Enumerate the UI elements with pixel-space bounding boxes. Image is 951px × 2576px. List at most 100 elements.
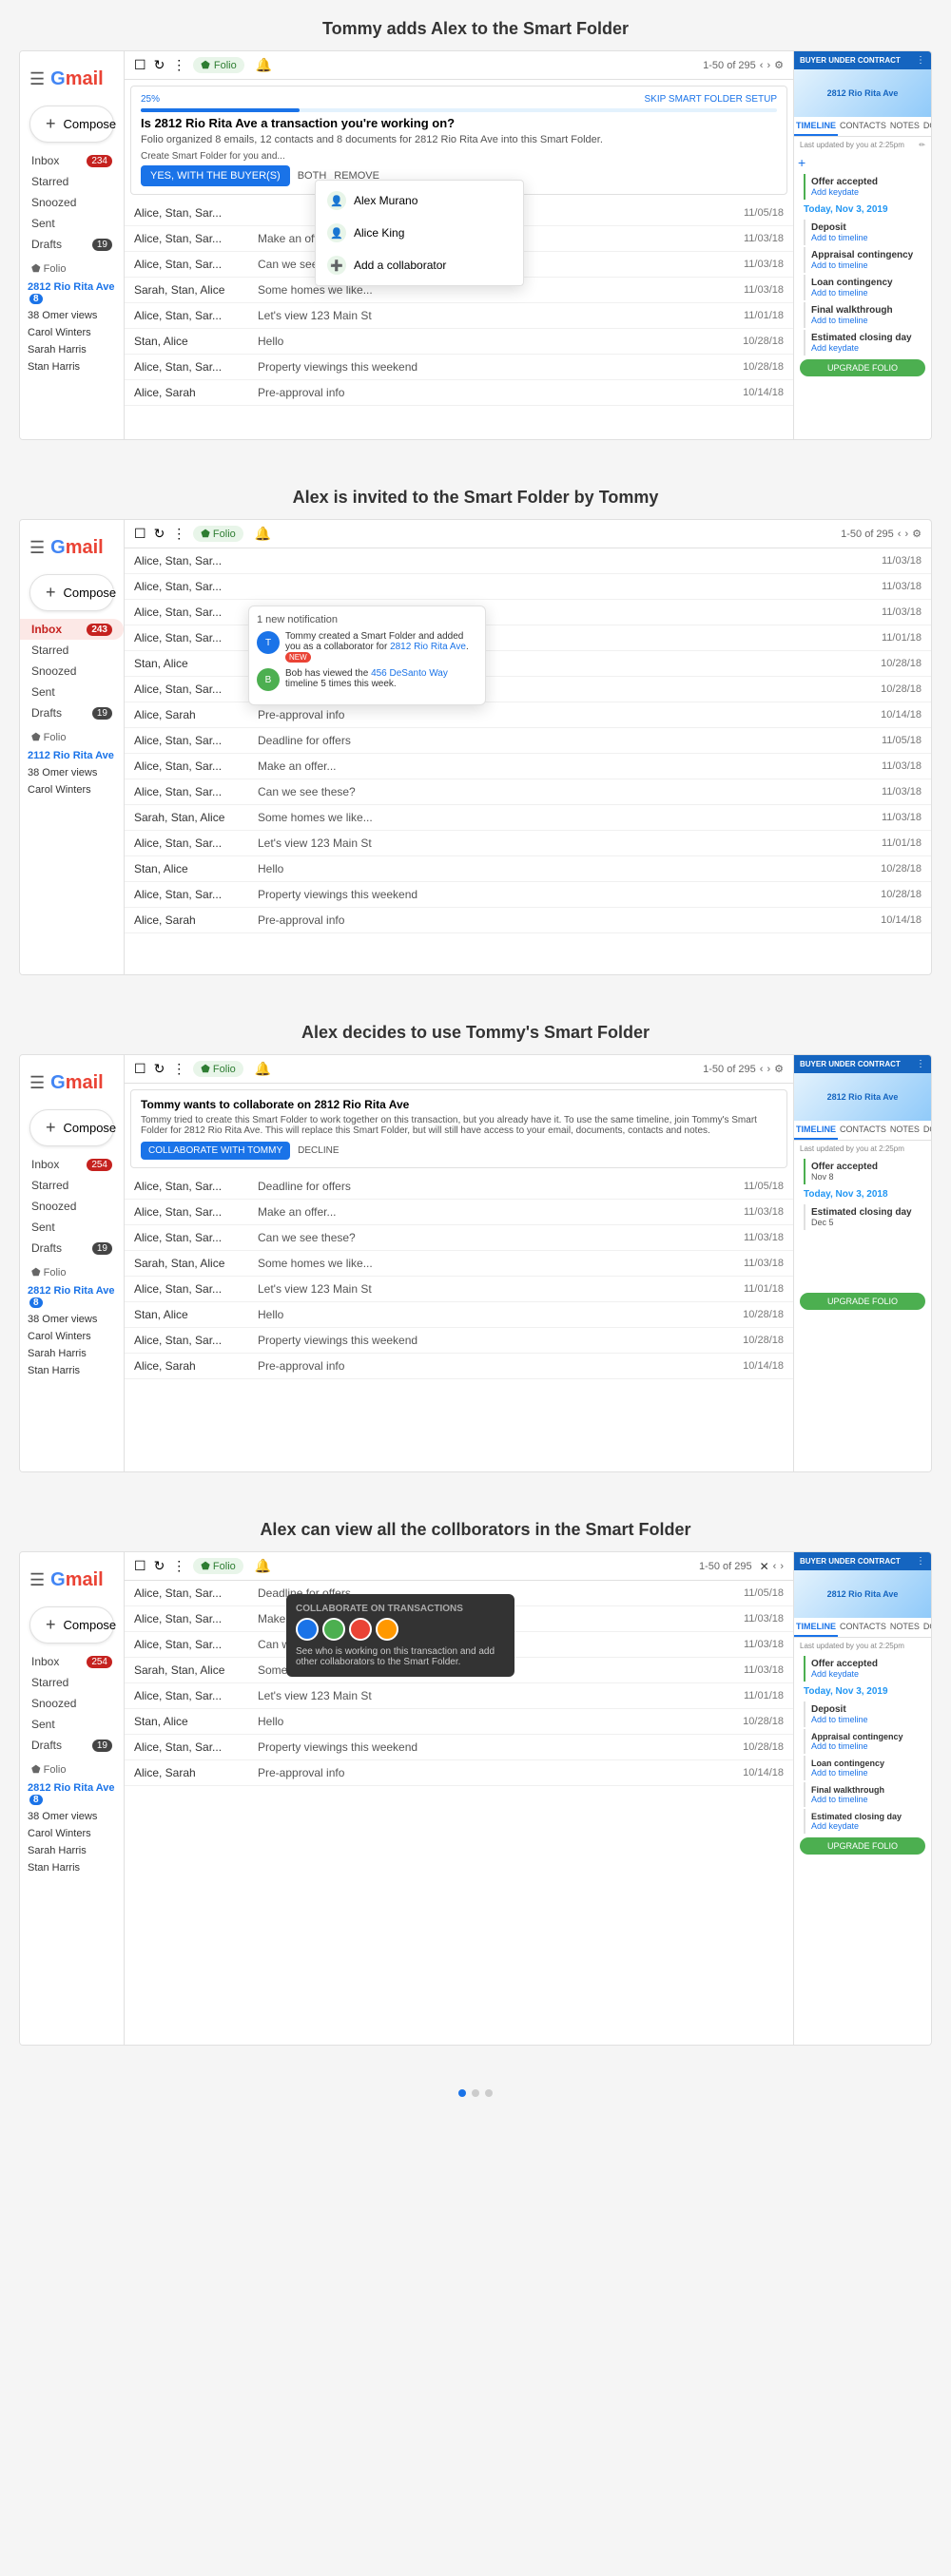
next-icon-3[interactable]: ›	[767, 1064, 770, 1075]
refresh-icon-4[interactable]: ↻	[154, 1558, 165, 1574]
nav-starred-2[interactable]: Starred	[20, 640, 124, 661]
upgrade-folio-button-3[interactable]: UPGRADE FOLIO	[800, 1293, 925, 1310]
tab-documents-3[interactable]: DOCUMENTS	[922, 1121, 931, 1140]
folio-item-3-5[interactable]: Stan Harris	[20, 1362, 124, 1379]
folio-item-2-1[interactable]: 2112 Rio Rita Ave	[20, 747, 124, 764]
tab-notes[interactable]: NOTES	[888, 117, 922, 136]
email-row[interactable]: Alice, SarahPre-approval info10/14/18	[125, 702, 931, 728]
nav-snoozed-2[interactable]: Snoozed	[20, 661, 124, 682]
skip-button[interactable]: SKIP SMART FOLDER SETUP	[645, 94, 777, 105]
folio-item-1[interactable]: 2812 Rio Rita Ave 8	[20, 279, 124, 307]
hamburger-icon[interactable]: ☰	[29, 69, 45, 89]
nav-inbox-2[interactable]: Inbox 243	[20, 619, 124, 640]
more-options-icon-3[interactable]: ⋮	[916, 1059, 925, 1069]
email-row[interactable]: Alice, Stan, Sar... Property viewings th…	[125, 355, 793, 380]
nav-snoozed-3[interactable]: Snoozed	[20, 1196, 124, 1217]
email-row[interactable]: Alice, Stan, Sar...Let's view 123 Main S…	[125, 831, 931, 856]
nav-inbox-4[interactable]: Inbox 254	[20, 1651, 124, 1672]
next-icon-2[interactable]: ›	[904, 529, 908, 540]
folio-item-3-1[interactable]: 2812 Rio Rita Ave 8	[20, 1282, 124, 1311]
settings-icon[interactable]: ⚙	[774, 59, 784, 71]
email-row[interactable]: Sarah, Stan, AliceSome homes we like...1…	[125, 805, 931, 831]
refresh-icon-3[interactable]: ↻	[154, 1061, 165, 1077]
email-row[interactable]: Stan, Alice Hello 10/28/18	[125, 329, 793, 355]
email-row[interactable]: Stan, AliceHello10/28/18	[125, 1709, 793, 1735]
email-row[interactable]: Alice, Stan, Sar... Let's view 123 Main …	[125, 303, 793, 329]
email-row[interactable]: Alice, Stan, Sar...Property viewings thi…	[125, 1328, 793, 1354]
tab-notes-3[interactable]: NOTES	[888, 1121, 922, 1140]
email-row[interactable]: Alice, Stan, Sar...Make an offer...11/03…	[125, 1200, 793, 1225]
bell-icon-4[interactable]: 🔔	[255, 1558, 271, 1574]
next-icon[interactable]: ›	[767, 60, 770, 71]
nav-sent-4[interactable]: Sent	[20, 1714, 124, 1735]
more-icon[interactable]: ⋮	[172, 57, 185, 73]
tab-timeline-3[interactable]: TIMELINE	[794, 1121, 838, 1140]
property-link-2[interactable]: 456 DeSanto Way	[371, 668, 448, 679]
email-row[interactable]: Alice, SarahPre-approval info10/14/18	[125, 1760, 793, 1786]
tab-contacts-4[interactable]: CONTACTS	[838, 1618, 888, 1637]
more-icon-3[interactable]: ⋮	[172, 1061, 185, 1077]
nav-drafts[interactable]: Drafts 19	[20, 234, 124, 255]
nav-snoozed[interactable]: Snoozed	[20, 192, 124, 213]
email-row[interactable]: Alice, Stan, Sar...11/03/18	[125, 548, 931, 574]
folio-item-2-2[interactable]: 38 Omer views	[20, 764, 124, 781]
nav-sent-2[interactable]: Sent	[20, 682, 124, 702]
email-row[interactable]: Alice, Stan, Sar...Property viewings thi…	[125, 882, 931, 908]
email-row[interactable]: Stan, AliceHello10/28/18	[125, 651, 931, 677]
checkbox-icon-2[interactable]: ☐	[134, 526, 146, 542]
folio-item-4[interactable]: Sarah Harris	[20, 341, 124, 358]
property-link[interactable]: 2812 Rio Rita Ave	[390, 642, 466, 652]
prev-icon-2[interactable]: ‹	[898, 529, 902, 540]
upgrade-folio-button[interactable]: UPGRADE FOLIO	[800, 359, 925, 376]
btn-collaborate[interactable]: COLLABORATE WITH TOMMY	[141, 1142, 290, 1160]
email-row[interactable]: Alice, Stan, Sar...Deadline for offers11…	[125, 1174, 793, 1200]
folio-item-4-5[interactable]: Stan Harris	[20, 1859, 124, 1876]
email-row[interactable]: Alice, Stan, Sar...11/03/18	[125, 600, 931, 625]
email-row[interactable]: Sarah, Stan, AliceSome homes we like...1…	[125, 1251, 793, 1277]
email-row[interactable]: Alice, SarahPre-approval info10/14/18	[125, 1354, 793, 1379]
folio-item-4-4[interactable]: Sarah Harris	[20, 1842, 124, 1859]
tab-notes-4[interactable]: NOTES	[888, 1618, 922, 1637]
tab-timeline-4[interactable]: TIMELINE	[794, 1618, 838, 1637]
nav-starred-4[interactable]: Starred	[20, 1672, 124, 1693]
folio-item-2[interactable]: 38 Omer views	[20, 307, 124, 324]
nav-inbox-3[interactable]: Inbox 254	[20, 1154, 124, 1175]
edit-icon[interactable]: ✏	[919, 141, 925, 149]
refresh-icon-2[interactable]: ↻	[154, 526, 165, 542]
dot-3[interactable]	[485, 2089, 493, 2097]
nav-snoozed-4[interactable]: Snoozed	[20, 1693, 124, 1714]
checkbox-icon-3[interactable]: ☐	[134, 1061, 146, 1077]
tab-contacts[interactable]: CONTACTS	[838, 117, 888, 136]
dropdown-item-alice[interactable]: 👤 Alice King	[316, 217, 523, 249]
tab-documents[interactable]: DOCUMENTS	[922, 117, 931, 136]
bell-icon-2[interactable]: 🔔	[255, 526, 271, 542]
checkbox-icon[interactable]: ☐	[134, 57, 146, 73]
folio-item-3[interactable]: Carol Winters	[20, 324, 124, 341]
more-icon-2[interactable]: ⋮	[172, 526, 185, 542]
email-row[interactable]: Stan, AliceHello10/28/18	[125, 856, 931, 882]
folio-item-3-2[interactable]: 38 Omer views	[20, 1311, 124, 1328]
folio-item-4-1[interactable]: 2812 Rio Rita Ave 8	[20, 1779, 124, 1808]
btn-yes-buyers[interactable]: YES, WITH THE BUYER(S)	[141, 165, 290, 186]
folio-item-5[interactable]: Stan Harris	[20, 358, 124, 375]
folio-item-3-3[interactable]: Carol Winters	[20, 1328, 124, 1345]
nav-starred[interactable]: Starred	[20, 171, 124, 192]
hamburger-icon-2[interactable]: ☰	[29, 538, 45, 558]
more-options-icon[interactable]: ⋮	[916, 55, 925, 66]
email-row[interactable]: Alice, Stan, Sar...Property viewings thi…	[125, 1735, 793, 1760]
prev-icon-3[interactable]: ‹	[760, 1064, 764, 1075]
dot-2[interactable]	[472, 2089, 479, 2097]
prev-icon-4[interactable]: ‹	[773, 1561, 777, 1572]
dot-1[interactable]	[458, 2089, 466, 2097]
tab-timeline[interactable]: TIMELINE	[794, 117, 838, 136]
btn-decline[interactable]: DECLINE	[298, 1142, 339, 1160]
settings-icon-2[interactable]: ⚙	[912, 528, 922, 540]
compose-button[interactable]: + Compose	[29, 106, 114, 143]
hamburger-icon-3[interactable]: ☰	[29, 1073, 45, 1093]
nav-sent-3[interactable]: Sent	[20, 1217, 124, 1238]
folio-item-2-3[interactable]: Carol Winters	[20, 781, 124, 798]
more-icon-4[interactable]: ⋮	[172, 1558, 185, 1574]
upgrade-folio-button-4[interactable]: UPGRADE FOLIO	[800, 1837, 925, 1855]
email-row[interactable]: Alice, Stan, Sar...11/03/18	[125, 574, 931, 600]
compose-button-4[interactable]: + Compose	[29, 1606, 114, 1644]
